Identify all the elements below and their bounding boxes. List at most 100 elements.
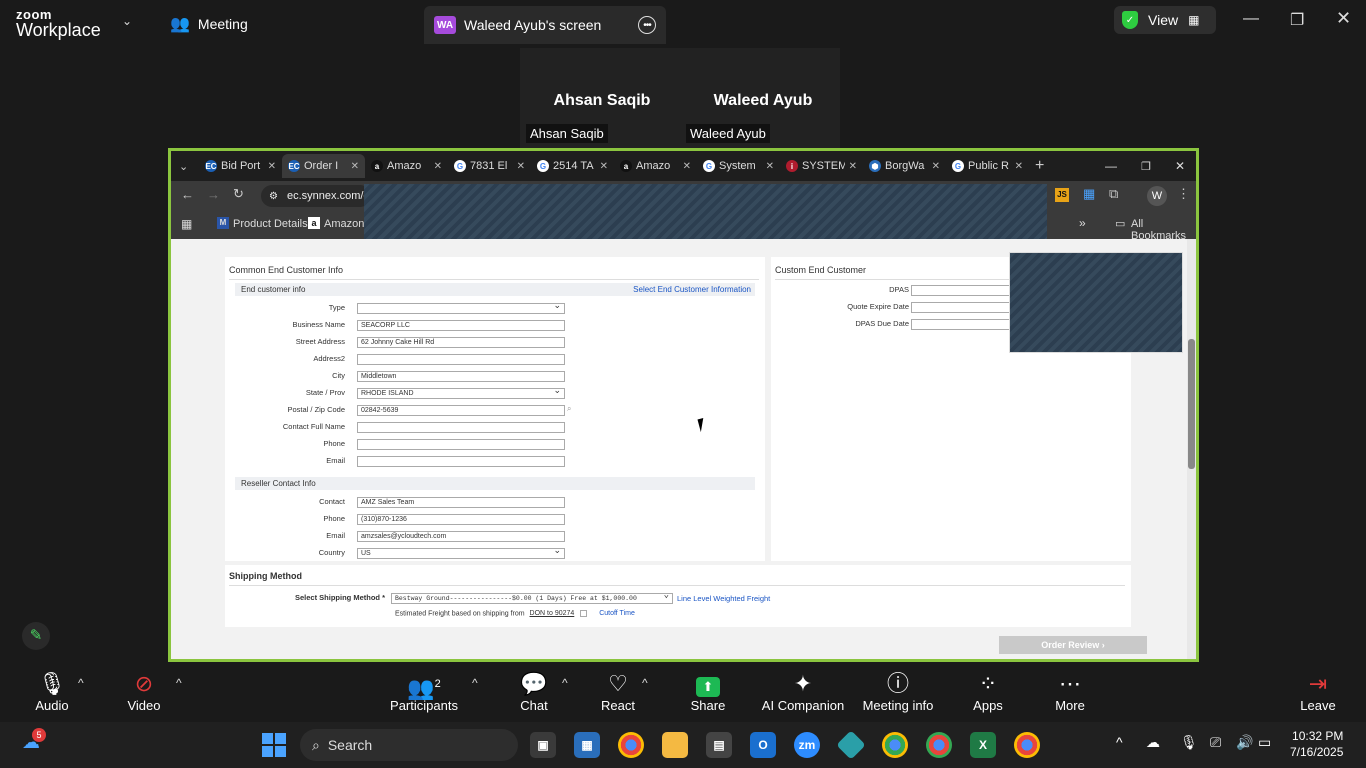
apps-grid-icon[interactable]: ▦: [181, 217, 192, 231]
browser-tab[interactable]: G 7831 El ✕: [448, 154, 531, 178]
taskbar-clock[interactable]: 10:32 PM 7/16/2025: [1290, 728, 1343, 760]
apps-button[interactable]: ⁘ Apps: [948, 670, 1028, 713]
input-field[interactable]: [911, 302, 1015, 313]
meeting-info-button[interactable]: ⓘ Meeting info: [858, 670, 938, 713]
browser-restore-icon[interactable]: ❐: [1141, 160, 1151, 173]
battery-icon[interactable]: ▭: [1258, 734, 1271, 751]
input-field[interactable]: [357, 422, 565, 433]
browser-minimize-icon[interactable]: —: [1105, 159, 1117, 173]
input-field[interactable]: amzsales@ycloudtech.com: [357, 531, 565, 542]
leave-button[interactable]: ⇥ Leave: [1278, 670, 1358, 713]
video-options-caret[interactable]: ^: [176, 676, 182, 690]
select-end-customer-link[interactable]: Select End Customer Information: [633, 285, 751, 294]
more-options-icon[interactable]: •••: [638, 16, 656, 34]
input-field[interactable]: [911, 319, 1015, 330]
tab-close-icon[interactable]: ✕: [434, 161, 442, 172]
tab-close-icon[interactable]: ✕: [600, 161, 608, 172]
info-checkbox[interactable]: [580, 610, 588, 617]
select-field[interactable]: [357, 301, 565, 314]
zip-lookup-icon[interactable]: ⌕: [567, 404, 571, 414]
show-hidden-icons[interactable]: ^: [1116, 734, 1123, 750]
chat-options-caret[interactable]: ^: [562, 676, 568, 690]
more-button[interactable]: ⋯ More: [1030, 670, 1110, 713]
forward-icon[interactable]: →: [207, 187, 220, 202]
share-button[interactable]: ⬆ Share: [668, 670, 748, 713]
view-button[interactable]: ✓ View ▦: [1114, 6, 1216, 34]
browser-tab[interactable]: ⬢ BorgWa ✕: [863, 154, 946, 178]
extensions-puzzle-icon[interactable]: ⧉: [1109, 186, 1118, 202]
meeting-tab[interactable]: 👥 Meeting: [170, 12, 248, 36]
chevron-down-icon[interactable]: ⌄: [122, 14, 132, 28]
windows-start-icon[interactable]: [262, 733, 286, 757]
new-tab-icon[interactable]: +: [1035, 157, 1044, 175]
tab-close-icon[interactable]: ✕: [351, 161, 359, 172]
react-options-caret[interactable]: ^: [642, 676, 648, 690]
order-review-button[interactable]: Order Review ›: [999, 636, 1147, 654]
excel-icon[interactable]: X: [970, 732, 996, 758]
tab-close-icon[interactable]: ✕: [849, 161, 857, 172]
input-field[interactable]: 02842-5639: [357, 405, 565, 416]
annotate-pencil-icon[interactable]: ✎: [22, 622, 50, 650]
input-field[interactable]: [911, 285, 1015, 296]
tab-close-icon[interactable]: ✕: [766, 161, 774, 172]
browser-tab[interactable]: EC Order I ✕: [282, 154, 365, 178]
browser-tab[interactable]: EC Bid Port ✕: [199, 154, 282, 178]
participants-options-caret[interactable]: ^: [472, 676, 478, 690]
input-field[interactable]: [357, 439, 565, 450]
profile-avatar[interactable]: W: [1147, 186, 1167, 206]
input-field[interactable]: SEACORP LLC: [357, 320, 565, 331]
tab-close-icon[interactable]: ✕: [517, 161, 525, 172]
browser-tab[interactable]: G System ✕: [697, 154, 780, 178]
zoom-app-icon[interactable]: zm: [794, 732, 820, 758]
volume-icon[interactable]: 🔊: [1236, 734, 1253, 751]
more-bookmarks-icon[interactable]: »: [1079, 216, 1086, 230]
browser-tab[interactable]: G 2514 TA ✕: [531, 154, 614, 178]
file-explorer-icon[interactable]: [662, 732, 688, 758]
input-field[interactable]: (310)870-1236: [357, 514, 565, 525]
address-bar[interactable]: ⚙ ec.synnex.com/e: [261, 185, 371, 207]
input-field[interactable]: [357, 456, 565, 467]
chrome-icon[interactable]: [618, 732, 644, 758]
task-view-icon[interactable]: ▣: [530, 732, 556, 758]
participants-button[interactable]: 👥2 Participants: [384, 670, 464, 713]
extension-grid-icon[interactable]: ▦: [1083, 186, 1095, 202]
tab-close-icon[interactable]: ✕: [268, 161, 276, 172]
shipping-method-select[interactable]: Bestway Ground----------------$0.00 (1 D…: [391, 591, 673, 604]
browser-tab[interactable]: i SYSTEM ✕: [780, 154, 863, 178]
reload-icon[interactable]: ↻: [233, 186, 244, 202]
tab-search-icon[interactable]: ⌄: [179, 160, 199, 173]
browser-close-icon[interactable]: ✕: [1175, 159, 1185, 173]
tab-close-icon[interactable]: ✕: [932, 161, 940, 172]
extension-icon[interactable]: JS: [1055, 188, 1069, 202]
page-scrollbar[interactable]: [1187, 239, 1196, 659]
restore-icon[interactable]: ❐: [1290, 10, 1304, 30]
input-field[interactable]: Middletown: [357, 371, 565, 382]
chrome-profile-2-icon[interactable]: [926, 732, 952, 758]
close-icon[interactable]: ✕: [1336, 8, 1351, 29]
app-diamond-icon[interactable]: [836, 730, 866, 760]
browser-menu-icon[interactable]: ⋮: [1177, 186, 1190, 202]
tab-close-icon[interactable]: ✕: [1015, 161, 1023, 172]
taskbar-search[interactable]: ⌕ Search: [300, 729, 518, 761]
line-level-freight-link[interactable]: Line Level Weighted Freight: [677, 594, 770, 603]
browser-tab[interactable]: G Public R ✕: [946, 154, 1029, 178]
calculator-icon[interactable]: ▤: [706, 732, 732, 758]
mic-tray-icon[interactable]: 🎙: [1180, 734, 1198, 751]
input-field[interactable]: [357, 354, 565, 365]
tab-close-icon[interactable]: ✕: [683, 161, 691, 172]
scrollbar-thumb[interactable]: [1188, 339, 1195, 469]
minimize-icon[interactable]: —: [1243, 10, 1259, 28]
input-field[interactable]: AMZ Sales Team: [357, 497, 565, 508]
store-icon[interactable]: ▦: [574, 732, 600, 758]
select-field[interactable]: US: [357, 546, 565, 559]
network-icon[interactable]: ⎚: [1210, 734, 1221, 751]
chrome-profile-3-icon[interactable]: [1014, 732, 1040, 758]
outlook-icon[interactable]: O: [750, 732, 776, 758]
browser-tab[interactable]: a Amazo ✕: [365, 154, 448, 178]
don-link[interactable]: DON to 90274: [530, 610, 575, 617]
cloud-off-icon[interactable]: ☁: [1146, 734, 1160, 751]
browser-tab[interactable]: a Amazo ✕: [614, 154, 697, 178]
cutoff-time-link[interactable]: Cutoff Time: [599, 610, 635, 617]
chrome-profile-icon[interactable]: [882, 732, 908, 758]
input-field[interactable]: 62 Johnny Cake Hill Rd: [357, 337, 565, 348]
